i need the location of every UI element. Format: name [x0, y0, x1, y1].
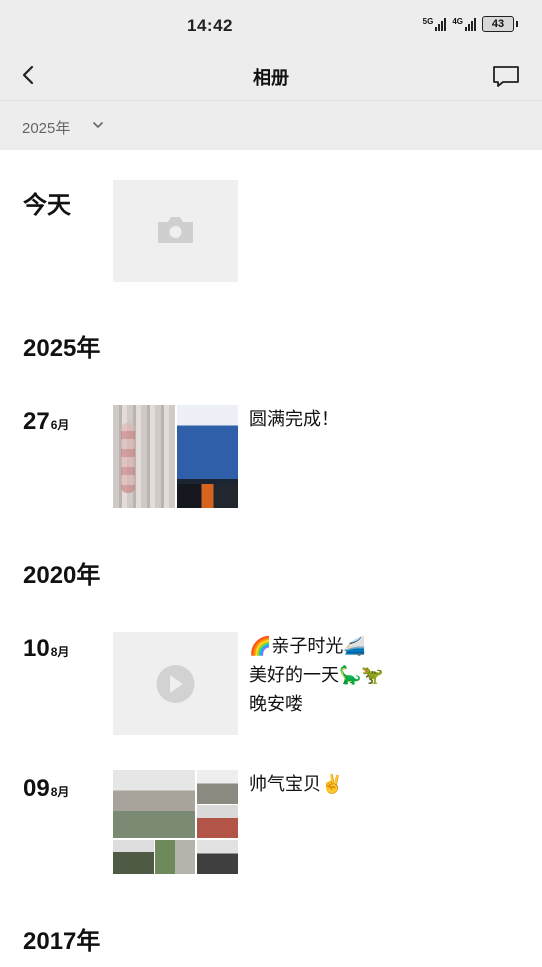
post-month: 8月: [50, 785, 70, 799]
post-caption[interactable]: 🌈亲子时光🚄 美好的一天🦕🦖 晚安喽: [249, 632, 384, 719]
video-thumbnail[interactable]: [113, 632, 238, 735]
post-day: 09: [23, 775, 50, 802]
post-day: 27: [23, 408, 50, 435]
chevron-down-icon: [92, 120, 104, 130]
status-time: 14:42: [187, 16, 233, 35]
play-icon: [156, 665, 195, 703]
post-caption[interactable]: 圆满完成！: [249, 405, 339, 434]
photo: [197, 770, 238, 804]
post-month: 8月: [50, 645, 70, 659]
year-header: 2020年: [23, 562, 101, 589]
post-date: 098月: [23, 775, 69, 803]
post-date: 276月: [23, 408, 69, 436]
add-photo-tile[interactable]: [113, 180, 238, 282]
post-day: 10: [23, 635, 50, 662]
photo: [113, 840, 154, 874]
signal-4g-icon: 4G: [452, 17, 476, 31]
photo: [176, 405, 238, 508]
photo: [197, 840, 238, 874]
today-label: 今天: [23, 192, 71, 219]
status-bar: 14:42 5G 4G 43: [0, 0, 542, 52]
post-date: 108月: [23, 635, 69, 663]
photo: [113, 770, 195, 838]
signal-5g-icon: 5G: [423, 17, 447, 31]
year-filter[interactable]: 2025年: [0, 100, 542, 150]
year-header: 2025年: [23, 335, 101, 362]
photo: [155, 840, 195, 874]
status-indicators: 5G 4G 43: [423, 16, 518, 32]
battery-icon: 43: [482, 16, 518, 32]
title-bar: 相册: [0, 52, 542, 100]
camera-icon: [158, 217, 193, 243]
year-header: 2017年: [23, 928, 101, 955]
year-filter-label: 2025年: [22, 120, 71, 137]
post-thumbnail-grid[interactable]: [113, 770, 238, 874]
post-month: 6月: [50, 418, 70, 432]
photo: [197, 805, 238, 838]
post-thumbnail[interactable]: [113, 405, 238, 508]
chat-bubble-icon[interactable]: [490, 60, 522, 90]
post-caption[interactable]: 帅气宝贝✌️: [249, 770, 343, 799]
page-title: 相册: [253, 68, 289, 88]
photo: [113, 405, 175, 508]
